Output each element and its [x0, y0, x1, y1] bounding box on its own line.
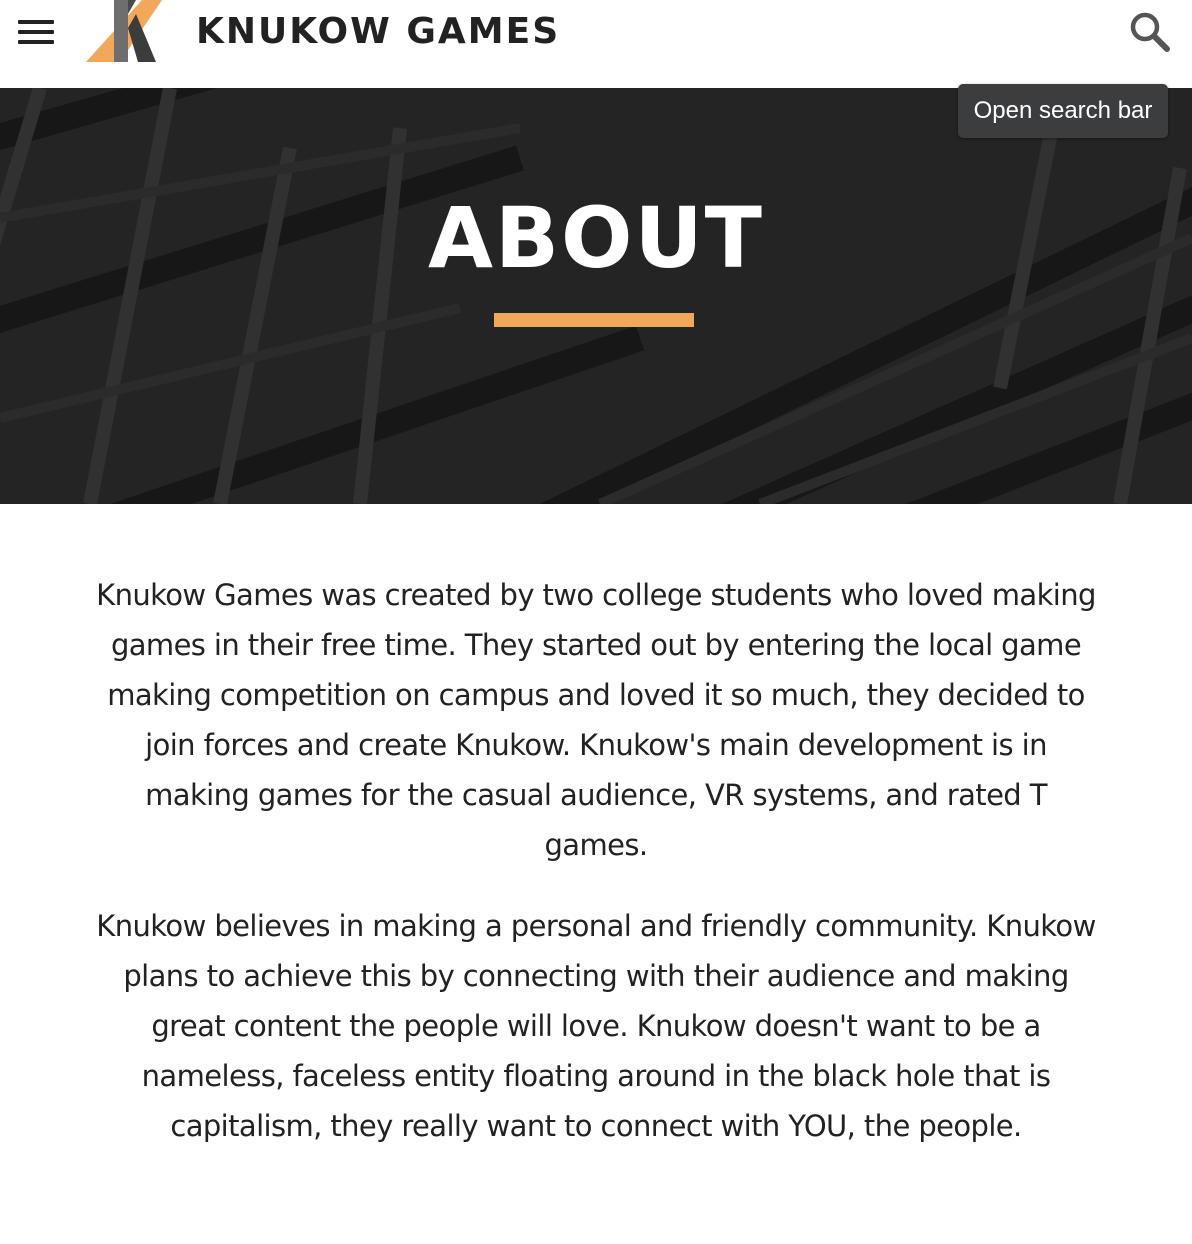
hero-background-image — [0, 88, 1192, 504]
brand-name[interactable]: KNUKOW GAMES — [196, 10, 560, 54]
search-icon[interactable] — [1128, 10, 1172, 54]
page-title: ABOUT — [428, 189, 764, 287]
menu-line — [18, 20, 54, 24]
title-underline — [494, 313, 694, 327]
site-header: KNUKOW GAMES — [0, 0, 1192, 88]
about-paragraph: Knukow believes in making a personal and… — [96, 909, 1096, 1143]
hero-banner: ABOUT — [0, 88, 1192, 504]
hamburger-menu-icon[interactable] — [18, 20, 54, 46]
about-content: Knukow Games was created by two college … — [96, 570, 1096, 1182]
search-tooltip: Open search bar — [958, 84, 1168, 138]
menu-line — [18, 40, 54, 44]
knukow-logo-icon[interactable] — [84, 0, 164, 64]
about-paragraph: Knukow Games was created by two college … — [96, 578, 1096, 862]
menu-line — [18, 30, 54, 34]
